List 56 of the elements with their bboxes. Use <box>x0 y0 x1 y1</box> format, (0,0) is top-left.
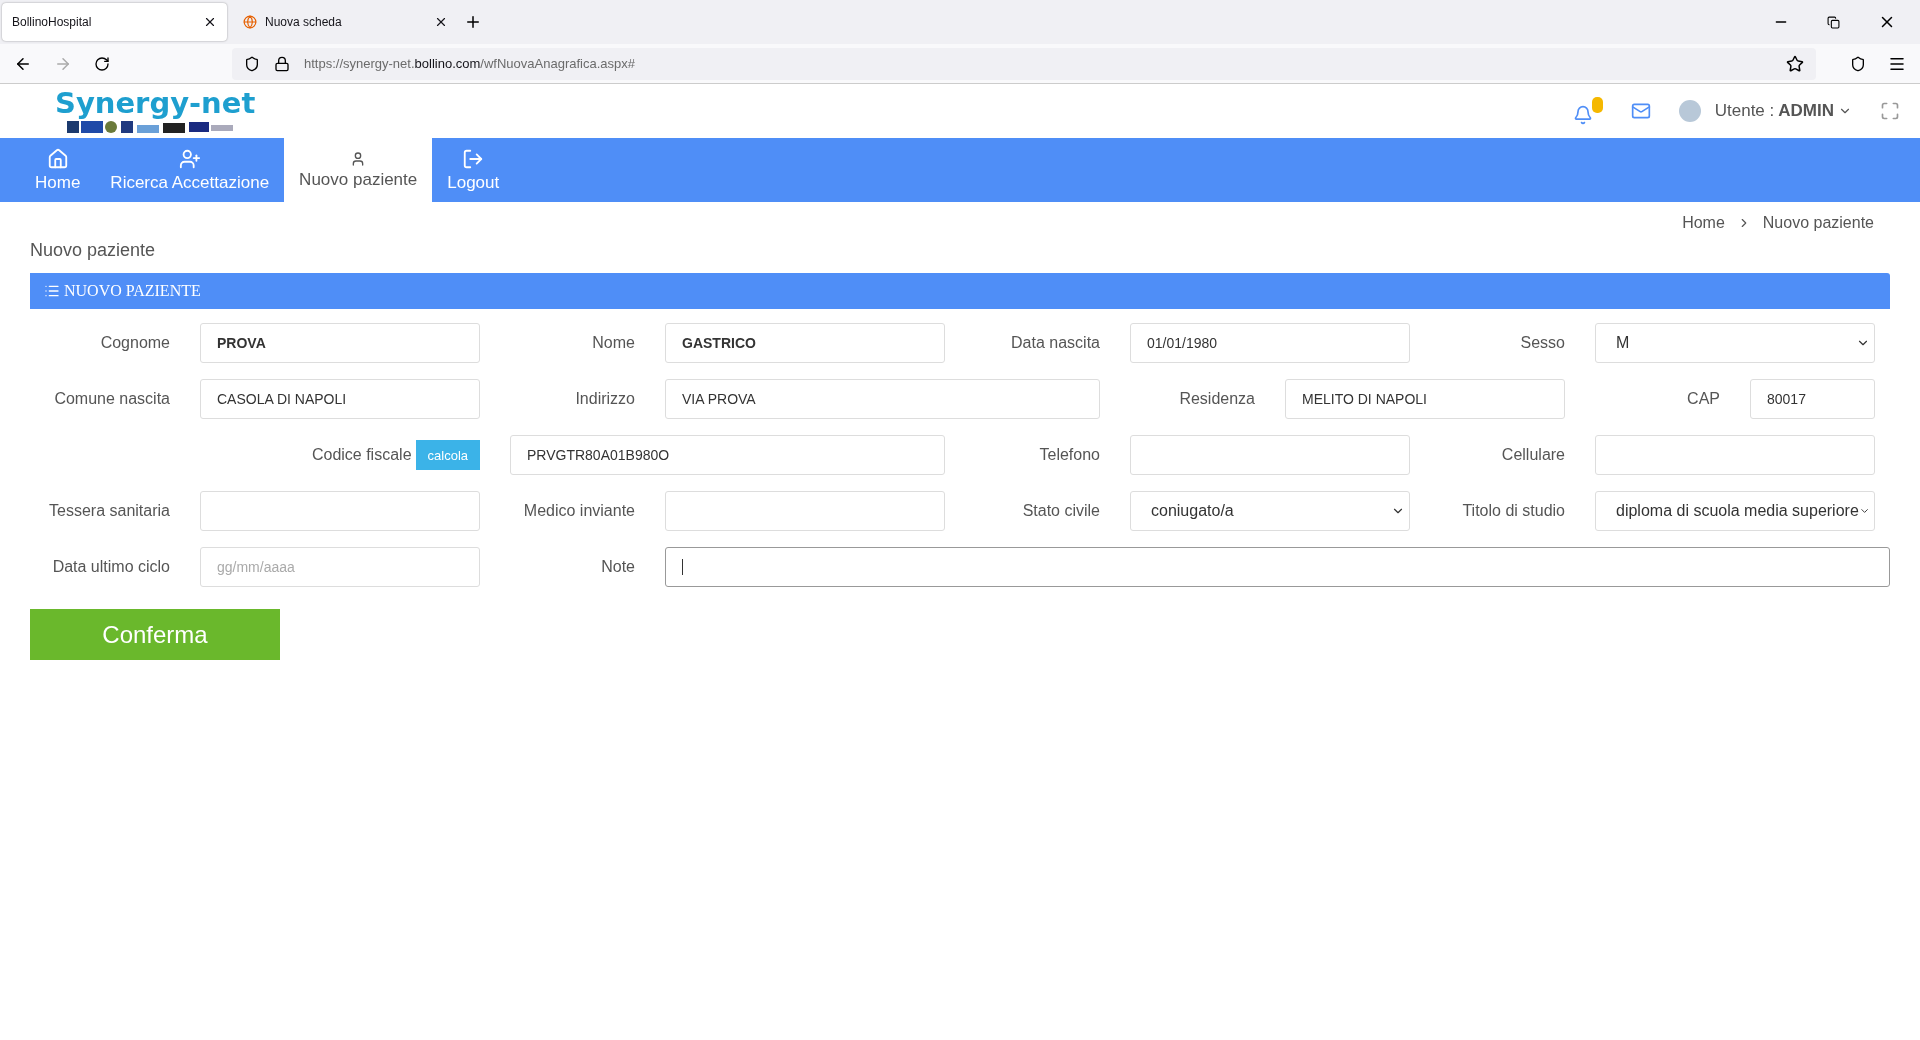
field-label: Telefono <box>1039 446 1100 464</box>
fullscreen-icon[interactable] <box>1880 101 1900 121</box>
input-field[interactable]: PRVGTR80A01B980O <box>510 435 945 475</box>
select-field[interactable]: diploma di scuola media superiore <box>1595 491 1875 531</box>
address-bar[interactable]: https://synergy-net.bollino.com/wfNuovaAnagrafica.aspx# <box>232 47 1816 80</box>
mail-icon[interactable] <box>1631 101 1652 121</box>
close-icon[interactable] <box>434 15 448 29</box>
field-label: Cognome <box>100 334 170 352</box>
field-label: Stato civile <box>1022 502 1100 520</box>
lock-icon <box>274 55 290 72</box>
user-menu[interactable]: Utente : ADMIN <box>1679 100 1852 122</box>
new-tab-icon[interactable] <box>464 13 482 31</box>
field-label: Nome <box>592 334 635 352</box>
field-label: Residenza <box>1179 390 1255 408</box>
logout-icon <box>462 147 485 170</box>
field-label: Cellulare <box>1501 446 1565 464</box>
bookmark-star-icon[interactable] <box>1786 54 1804 73</box>
nav-tab[interactable]: Nuovo paziente <box>284 138 433 202</box>
input-field[interactable]: MELITO DI NAPOLI <box>1285 379 1565 419</box>
logo-text: Synergy-net <box>55 87 256 119</box>
text-cursor <box>682 559 683 575</box>
notification-bell[interactable] <box>1573 97 1604 125</box>
shield-icon <box>244 55 260 72</box>
input-field[interactable] <box>665 547 1890 587</box>
breadcrumb-item: Nuovo paziente <box>1762 214 1874 232</box>
close-icon[interactable] <box>203 15 217 29</box>
field-label: Data nascita <box>1011 334 1100 352</box>
reload-icon[interactable] <box>94 55 110 72</box>
field-label: Codice fiscale <box>311 446 412 464</box>
field-label: Medico inviante <box>523 502 635 520</box>
input-field[interactable]: PROVA <box>200 323 480 363</box>
field-label: Data ultimo ciclo <box>52 558 170 576</box>
field-label: Indirizzo <box>575 390 635 408</box>
input-field[interactable]: 80017 <box>1750 379 1875 419</box>
field-label: Sesso <box>1520 334 1565 352</box>
restore-icon[interactable] <box>1827 15 1840 29</box>
field-label: Tessera sanitaria <box>49 502 170 520</box>
input-field[interactable]: GASTRICO <box>665 323 945 363</box>
input-field[interactable]: 01/01/1980 <box>1130 323 1410 363</box>
list-icon <box>44 283 60 299</box>
input-field[interactable]: VIA PROVA <box>665 379 1100 419</box>
select-field[interactable]: M <box>1595 323 1875 363</box>
select-field[interactable]: coniugato/a <box>1130 491 1410 531</box>
field-label: CAP <box>1687 390 1720 408</box>
field-label: Comune nascita <box>54 390 170 408</box>
breadcrumb-item[interactable]: Home <box>1682 214 1725 232</box>
browser-tab[interactable]: Nuova scheda <box>233 3 458 41</box>
input-field[interactable]: CASOLA DI NAPOLI <box>200 379 480 419</box>
field-label: Titolo di studio <box>1462 502 1565 520</box>
panel-title: NUOVO PAZIENTE <box>64 282 201 300</box>
page-title: Nuovo paziente <box>30 240 157 261</box>
avatar <box>1679 100 1702 122</box>
add-user-icon <box>178 147 201 170</box>
field-label: Note <box>601 558 635 576</box>
browser-tab[interactable]: BollinoHospital <box>2 3 227 41</box>
home-icon <box>46 147 69 170</box>
